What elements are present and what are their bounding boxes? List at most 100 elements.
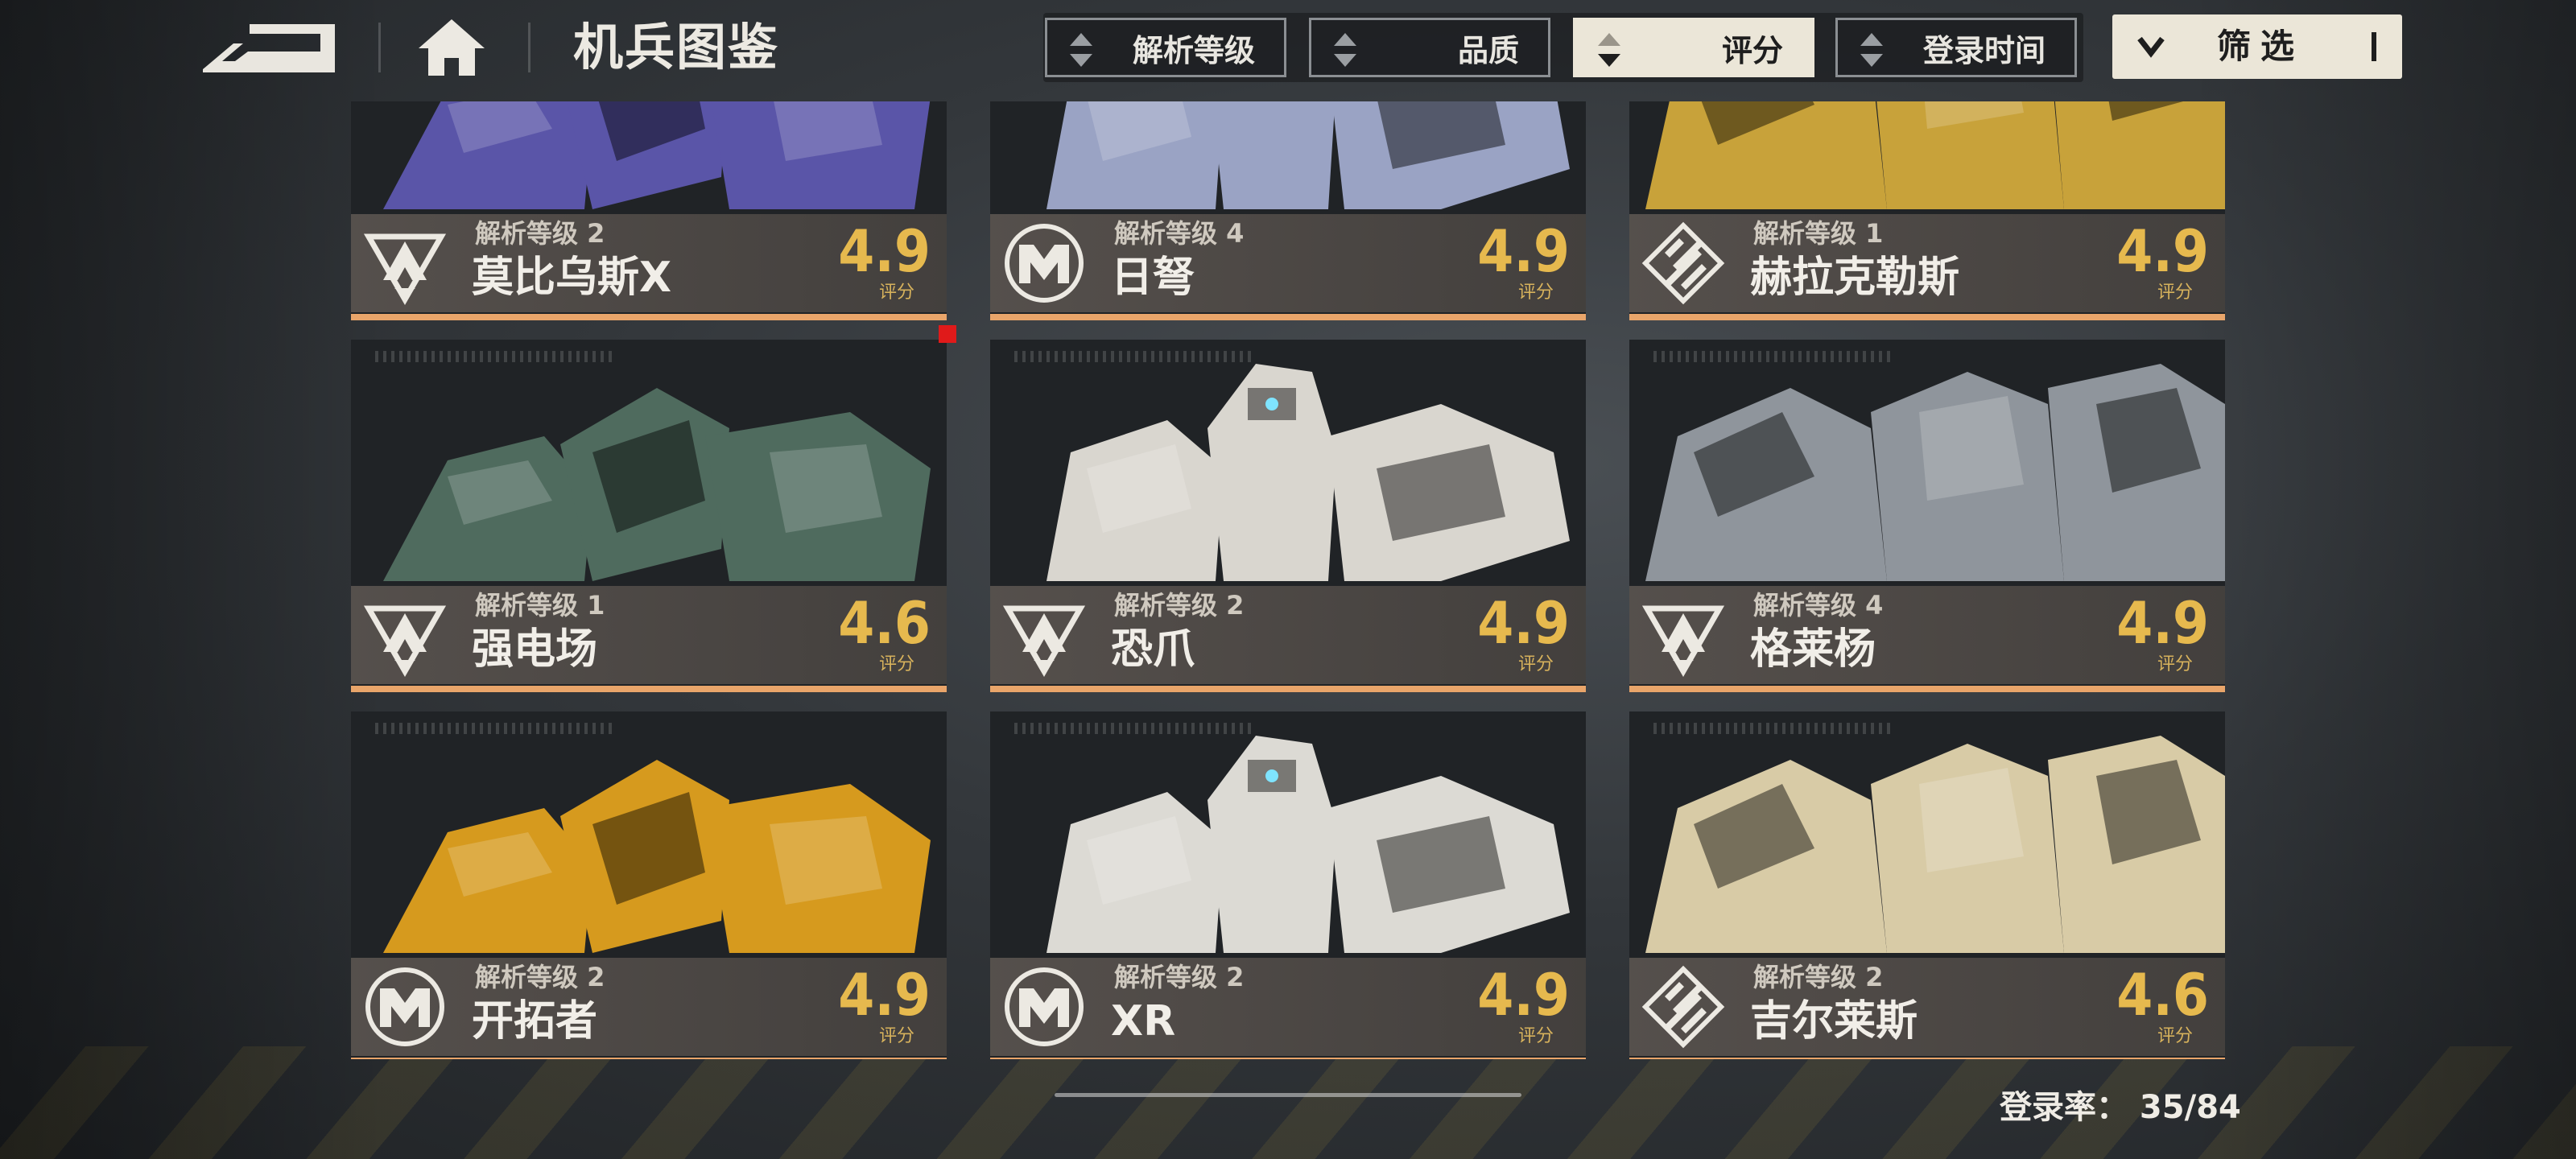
card-underline xyxy=(351,314,947,320)
mecha-card[interactable]: 解析等级 4 日弩 4.9 评分 xyxy=(990,101,1586,320)
mecha-name: XR xyxy=(1111,997,1176,1046)
card-underline xyxy=(1629,1058,2225,1059)
card-info-bar: 解析等级 2 开拓者 4.9 评分 xyxy=(351,958,947,1056)
card-underline xyxy=(351,1058,947,1059)
analysis-level: 解析等级 1 xyxy=(1753,218,1884,249)
score-label: 评分 xyxy=(2157,283,2193,303)
delta-triangle-icon xyxy=(1641,605,1725,678)
mecha-card[interactable]: 解析等级 2 恐爪 4.9 评分 xyxy=(990,340,1586,692)
hud-ticks xyxy=(1014,723,1256,734)
mecha-card[interactable]: 解析等级 4 格莱杨 4.9 评分 xyxy=(1629,340,2225,692)
mecha-card[interactable]: 解析等级 2 吉尔莱斯 4.6 评分 xyxy=(1629,711,2225,1059)
m-hex-icon xyxy=(1005,967,1084,1046)
mecha-name: 强电场 xyxy=(472,625,598,674)
score-label: 评分 xyxy=(2157,654,2193,674)
mecha-card-grid[interactable]: 解析等级 2 莫比乌斯X 4.9 评分 解析等级 4 日弩 4.9 评分 解析等级 1 赫拉克勒斯… xyxy=(351,101,2225,1059)
score-label: 评分 xyxy=(878,283,914,303)
stripe-diamond-icon xyxy=(1641,221,1725,305)
mecha-score: 4.9 xyxy=(1477,217,1570,285)
analysis-level: 解析等级 4 xyxy=(1114,218,1245,249)
card-info-bar: 解析等级 4 日弩 4.9 评分 xyxy=(990,214,1586,312)
hud-ticks xyxy=(1653,723,1895,734)
score-label: 评分 xyxy=(1517,654,1554,674)
analysis-level: 解析等级 2 xyxy=(1114,962,1245,992)
card-info-bar: 解析等级 1 强电场 4.6 评分 xyxy=(351,586,947,684)
analysis-level: 解析等级 2 xyxy=(1753,962,1884,992)
m-hex-icon xyxy=(365,967,444,1046)
sort-descending-icon xyxy=(1598,33,1620,67)
card-info-bar: 解析等级 2 莫比乌斯X 4.9 评分 xyxy=(351,214,947,312)
filter-label: 筛选 xyxy=(2217,27,2305,66)
analysis-level: 解析等级 1 xyxy=(475,590,605,621)
sort-option-label: 评分 xyxy=(1721,32,1783,68)
sort-by-analysis-level-button[interactable]: 解析等级 xyxy=(1045,18,1286,77)
header-divider xyxy=(528,23,530,72)
mecha-name: 恐爪 xyxy=(1111,625,1195,674)
chevron-down-icon xyxy=(2137,36,2165,58)
delta-triangle-icon xyxy=(1002,605,1086,678)
score-label: 评分 xyxy=(878,654,914,674)
mecha-card[interactable]: 解析等级 1 强电场 4.6 评分 xyxy=(351,325,956,692)
stripe-diamond-icon xyxy=(1641,965,1725,1049)
mecha-name: 吉尔莱斯 xyxy=(1750,997,1918,1046)
back-button[interactable] xyxy=(201,19,338,77)
mecha-score: 4.9 xyxy=(2116,217,2209,285)
m-hex-icon xyxy=(1005,224,1084,303)
mecha-card[interactable]: 解析等级 2 莫比乌斯X 4.9 评分 xyxy=(351,101,947,320)
mecha-card[interactable]: 解析等级 2 开拓者 4.9 评分 xyxy=(351,711,947,1059)
home-button[interactable] xyxy=(415,14,488,79)
card-info-bar: 解析等级 2 恐爪 4.9 评分 xyxy=(990,586,1586,684)
mecha-name: 格莱杨 xyxy=(1750,625,1876,674)
new-badge xyxy=(939,325,956,343)
card-underline xyxy=(990,686,1586,692)
sort-option-label: 品质 xyxy=(1457,32,1519,68)
analysis-level: 解析等级 2 xyxy=(475,218,605,249)
header-divider xyxy=(378,23,381,72)
card-info-bar: 解析等级 2 XR 4.9 评分 xyxy=(990,958,1586,1056)
home-icon xyxy=(419,19,485,76)
score-label: 评分 xyxy=(1517,1026,1554,1046)
sort-arrows-icon xyxy=(1860,33,1883,67)
analysis-level: 解析等级 2 xyxy=(1114,590,1245,621)
card-underline xyxy=(990,314,1586,320)
sort-by-login-time-button[interactable]: 登录时间 xyxy=(1835,18,2077,77)
card-underline xyxy=(990,1058,1586,1059)
card-underline xyxy=(1629,686,2225,692)
mecha-name: 莫比乌斯X xyxy=(472,254,672,302)
back-arrow-icon xyxy=(203,24,335,72)
page-title: 机兵图鉴 xyxy=(573,18,780,76)
card-info-bar: 解析等级 2 吉尔莱斯 4.6 评分 xyxy=(1629,958,2225,1056)
scrollbar[interactable] xyxy=(1055,1093,1521,1097)
mecha-score: 4.9 xyxy=(2116,589,2209,657)
mecha-name: 日弩 xyxy=(1111,254,1195,302)
sort-by-quality-button[interactable]: 品质 xyxy=(1309,18,1550,77)
delta-triangle-icon xyxy=(363,233,447,306)
score-label: 评分 xyxy=(878,1026,914,1046)
filter-bar-icon xyxy=(2372,32,2376,61)
hud-ticks xyxy=(1653,351,1895,362)
mecha-score: 4.9 xyxy=(838,961,931,1029)
sort-by-score-button[interactable]: 评分 xyxy=(1573,18,1814,77)
analysis-level: 解析等级 4 xyxy=(1753,590,1884,621)
mecha-name: 赫拉克勒斯 xyxy=(1750,254,1960,302)
card-info-bar: 解析等级 1 赫拉克勒斯 4.9 评分 xyxy=(1629,214,2225,312)
card-underline xyxy=(1629,314,2225,320)
card-info-bar: 解析等级 4 格莱杨 4.9 评分 xyxy=(1629,586,2225,684)
mecha-card[interactable]: 解析等级 2 XR 4.9 评分 xyxy=(990,711,1586,1059)
sort-arrows-icon xyxy=(1070,33,1092,67)
analysis-level: 解析等级 2 xyxy=(475,962,605,992)
mecha-name: 开拓者 xyxy=(472,997,598,1046)
filter-button[interactable]: 筛选 xyxy=(2112,14,2402,79)
score-label: 评分 xyxy=(2157,1026,2193,1046)
mecha-score: 4.6 xyxy=(2116,961,2209,1029)
sort-option-label: 解析等级 xyxy=(1132,32,1255,68)
delta-triangle-icon xyxy=(363,605,447,678)
mecha-score: 4.9 xyxy=(1477,589,1570,657)
hud-ticks xyxy=(375,723,617,734)
collection-rate: 登录率： 35/84 xyxy=(2000,1089,2241,1126)
card-underline xyxy=(351,686,947,692)
sort-arrows-icon xyxy=(1334,33,1356,67)
hud-ticks xyxy=(1014,351,1256,362)
mecha-score: 4.9 xyxy=(838,217,931,285)
mecha-card[interactable]: 解析等级 1 赫拉克勒斯 4.9 评分 xyxy=(1629,101,2225,320)
